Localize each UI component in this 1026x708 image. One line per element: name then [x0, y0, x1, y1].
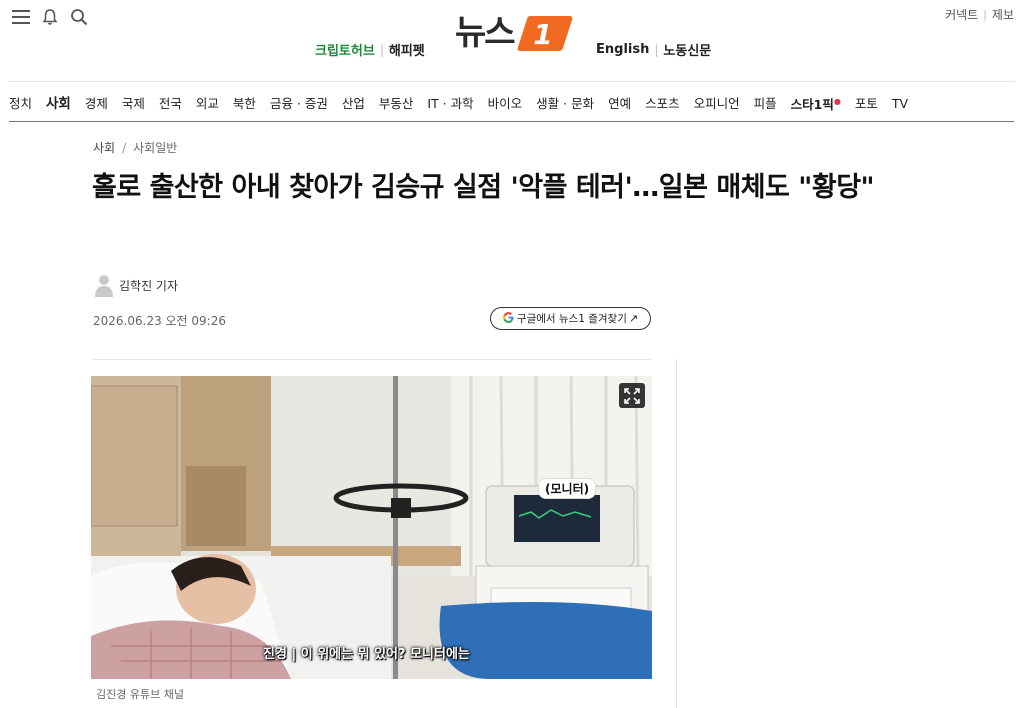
- sidebar-divider: [676, 359, 677, 708]
- nav-item-politics[interactable]: 정치: [9, 95, 32, 113]
- svg-text:1: 1: [533, 18, 552, 51]
- article-divider: [92, 359, 652, 360]
- nav-item-it-science[interactable]: IT · 과학: [427, 95, 473, 113]
- breadcrumb-section[interactable]: 사회: [93, 139, 115, 156]
- nav-item-opinion[interactable]: 오피니언: [694, 95, 740, 113]
- hospital-room-image: [91, 376, 652, 679]
- nav-item-international[interactable]: 국제: [122, 95, 145, 113]
- publish-date: 2026.06.23 오전 09:26: [93, 314, 226, 328]
- nav-item-finance[interactable]: 금융 · 증권: [270, 95, 328, 113]
- connect-link[interactable]: 커넥트: [945, 6, 978, 23]
- nav-item-star-pick[interactable]: 스타1픽●: [791, 93, 841, 114]
- nav-item-real-estate[interactable]: 부동산: [379, 95, 414, 113]
- author-name[interactable]: 김학진 기자: [119, 277, 178, 294]
- search-icon[interactable]: [69, 7, 89, 27]
- logo-wordmark: 뉴스: [455, 13, 516, 53]
- article-headline: 홀로 출산한 아내 찾아가 김승규 실점 '악플 테러'…일본 매체도 "황당": [92, 172, 875, 203]
- utility-separator: |: [983, 8, 987, 21]
- site-header: 크립토허브 | 해피펫 뉴스 1 English | 노동신문 커넥트 | 제보: [0, 0, 1026, 80]
- breadcrumb-separator: /: [122, 140, 127, 155]
- author-avatar-icon: [93, 273, 115, 297]
- english-link[interactable]: English: [596, 42, 649, 57]
- photo-credit: 김진경 유튜브 채널: [96, 688, 184, 701]
- logo-badge-icon: 1: [517, 16, 572, 51]
- article-photo[interactable]: [91, 376, 652, 679]
- nav-item-tv[interactable]: TV: [892, 95, 908, 113]
- photo-monitor-label: (모니터): [538, 478, 597, 499]
- category-nav: 정치 사회 경제 국제 전국 외교 북한 금융 · 증권 산업 부동산 IT ·…: [9, 94, 1014, 114]
- nav-item-society[interactable]: 사회: [46, 95, 71, 113]
- nav-item-people[interactable]: 피플: [754, 95, 777, 113]
- nav-item-north-korea[interactable]: 북한: [233, 95, 256, 113]
- star-pick-badge-icon: ●: [833, 97, 841, 107]
- rodong-link[interactable]: 노동신문: [663, 40, 711, 59]
- nav-item-industry[interactable]: 산업: [342, 95, 365, 113]
- breadcrumb-subsection[interactable]: 사회일반: [133, 139, 177, 156]
- header-icon-group: [11, 7, 89, 27]
- nav-item-life-culture[interactable]: 생활 · 문화: [536, 95, 594, 113]
- report-link[interactable]: 제보: [992, 6, 1014, 23]
- nav-item-bio[interactable]: 바이오: [488, 95, 523, 113]
- byline: 김학진 기자: [93, 273, 178, 297]
- promo-link-crypto[interactable]: 크립토허브: [315, 40, 375, 59]
- bell-icon[interactable]: [40, 7, 60, 27]
- breadcrumb: 사회 / 사회일반: [93, 139, 177, 156]
- promo-link-pet[interactable]: 해피펫: [389, 40, 425, 59]
- promo-links-left: 크립토허브 | 해피펫: [315, 40, 425, 60]
- nav-item-entertainment[interactable]: 연예: [608, 95, 631, 113]
- photo-subtitle: 진경 | 이 위에는 뭐 있어? 모니터에는: [263, 647, 470, 662]
- menu-icon[interactable]: [11, 7, 31, 27]
- nav-item-diplomacy[interactable]: 외교: [196, 95, 219, 113]
- nav-item-national[interactable]: 전국: [159, 95, 182, 113]
- utility-links: 커넥트 | 제보: [945, 6, 1014, 23]
- nav-item-economy[interactable]: 경제: [85, 95, 108, 113]
- google-icon: [502, 311, 514, 326]
- nav-item-sports[interactable]: 스포츠: [645, 95, 680, 113]
- expand-icon[interactable]: [619, 383, 645, 408]
- site-logo[interactable]: 뉴스 1: [455, 12, 574, 54]
- promo-separator: |: [654, 42, 659, 57]
- header-divider: [9, 81, 1014, 82]
- nav-item-photo[interactable]: 포토: [855, 95, 878, 113]
- google-bookmark-label: 구글에서 뉴스1 즐겨찾기: [516, 313, 627, 325]
- google-bookmark-button[interactable]: 구글에서 뉴스1 즐겨찾기 ↗: [490, 307, 651, 330]
- promo-links-right: English | 노동신문: [596, 40, 711, 59]
- external-arrow-icon: ↗: [628, 312, 639, 325]
- promo-separator: |: [379, 42, 384, 57]
- star-pick-label: 스타1픽: [790, 97, 834, 113]
- nav-divider: [9, 121, 1014, 122]
